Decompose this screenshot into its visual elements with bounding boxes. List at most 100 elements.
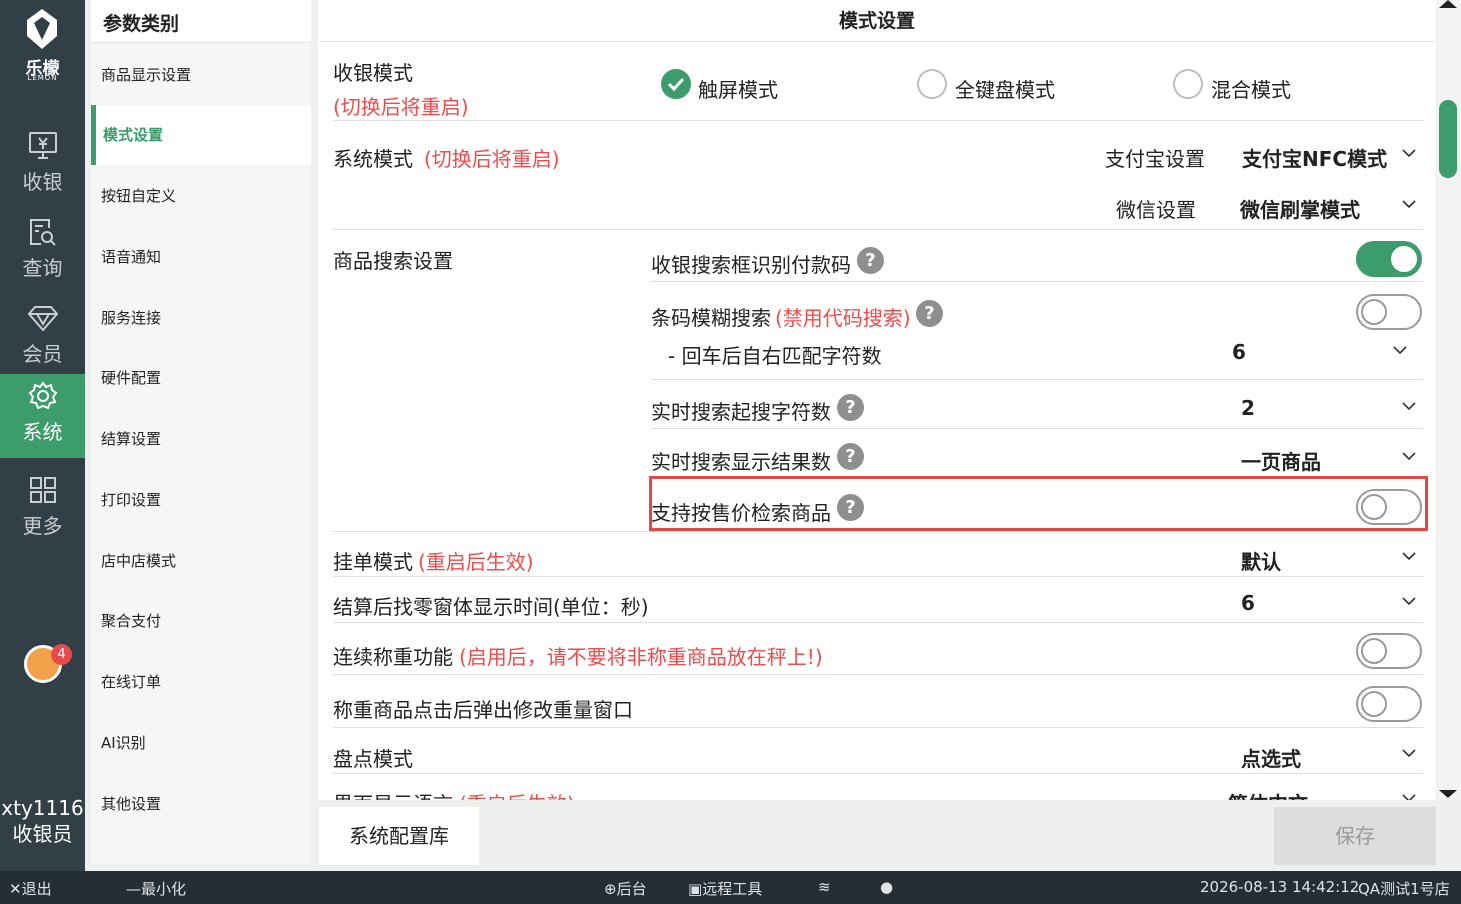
product-search-label: 商品搜索设置 (333, 249, 453, 273)
radio-touch-mode[interactable] (661, 69, 691, 99)
barcode-fuzzy-label: 条码模糊搜索 (651, 306, 771, 330)
option-keyboard-mode[interactable]: 全键盘模式 (955, 74, 1055, 103)
rail-item-cashier[interactable]: 收银 (0, 124, 85, 208)
continuous-weigh-note: (启用后，请不要将非称重商品放在秤上!) (459, 645, 823, 669)
category-item[interactable]: 服务连接 (91, 288, 311, 348)
category-item[interactable]: 在线订单 (91, 652, 311, 712)
chevron-down-icon[interactable] (1402, 791, 1416, 800)
user-id: xty1116 (1, 796, 84, 820)
enter-match-value[interactable]: 6 (1232, 340, 1246, 364)
chevron-down-icon[interactable] (1402, 594, 1416, 608)
chevron-down-icon[interactable] (1402, 146, 1416, 160)
hold-order-label: 挂单模式 (333, 550, 413, 574)
panel-title: 模式设置 (318, 0, 1436, 42)
rail-item-member[interactable]: 会员 (0, 296, 85, 380)
rail-label: 查询 (22, 256, 63, 280)
radio-mixed-mode[interactable] (1173, 69, 1203, 99)
realtime-min-value[interactable]: 2 (1241, 396, 1255, 420)
scrollbar[interactable] (1437, 0, 1461, 800)
ui-language-value[interactable]: 简体中文 (1228, 788, 1308, 800)
help-icon[interactable]: ? (916, 300, 943, 327)
change-window-value[interactable]: 6 (1241, 591, 1255, 615)
category-item[interactable]: AI识别 (91, 713, 311, 773)
realtime-results-label: 实时搜索显示结果数 (651, 450, 831, 474)
exit-button[interactable]: ✕退出 (9, 878, 52, 899)
help-icon[interactable]: ? (837, 494, 864, 521)
wechat-setting-value[interactable]: 微信刷掌模式 (1240, 194, 1360, 223)
wifi-icon: ≋ (818, 878, 831, 896)
chevron-down-icon[interactable] (1402, 399, 1416, 413)
category-header: 参数类别 (91, 0, 311, 43)
option-touch-mode[interactable]: 触屏模式 (698, 74, 778, 103)
backend-button[interactable]: ⊕后台 (604, 878, 647, 899)
category-item[interactable]: 语音通知 (91, 227, 311, 287)
rail-label: 会员 (22, 342, 63, 366)
ui-language-label: 界面显示语言 (333, 788, 453, 800)
enter-match-label: - 回车后自右匹配字符数 (668, 344, 882, 368)
rail-label: 更多 (22, 514, 63, 538)
category-item[interactable]: 按钮自定义 (91, 166, 311, 226)
rail-item-more[interactable]: 更多 (0, 468, 85, 552)
toggle-barcode-fuzzy[interactable] (1356, 294, 1422, 330)
close-icon: ✕ (9, 880, 22, 898)
rail-item-system[interactable]: 系统 (0, 374, 85, 458)
config-library-button[interactable]: 系统配置库 (319, 807, 479, 865)
rail-label: 系统 (22, 420, 63, 444)
category-item[interactable]: 其他设置 (91, 774, 311, 834)
brand-sub: LEMON (27, 74, 58, 82)
check-icon (667, 77, 685, 92)
category-item[interactable]: 硬件配置 (91, 348, 311, 408)
cashier-mode-note: (切换后将重启) (333, 95, 469, 119)
user-role: 收银员 (12, 822, 73, 846)
ui-language-note: (重启后生效) (459, 788, 575, 800)
save-button[interactable]: 保存 (1274, 807, 1436, 865)
hold-order-value[interactable]: 默认 (1241, 546, 1281, 575)
search-doc-icon (30, 219, 56, 246)
category-list: 参数类别 商品显示设置 模式设置 按钮自定义 语音通知 服务连接 硬件配置 结算… (91, 0, 311, 864)
brand-logo: 乐檬 LEMON (0, 0, 85, 96)
alipay-setting-value[interactable]: 支付宝NFC模式 (1242, 143, 1387, 172)
help-icon[interactable]: ? (857, 247, 884, 274)
rail-item-query[interactable]: 查询 (0, 210, 85, 294)
remote-tool-button[interactable]: ▣远程工具 (688, 878, 762, 899)
category-item[interactable]: 结算设置 (91, 409, 311, 469)
notification-badge: 4 (51, 644, 72, 665)
chevron-down-icon[interactable] (1402, 449, 1416, 463)
toggle-recognize-pay-code[interactable] (1356, 241, 1422, 277)
status-bar: ✕退出 —最小化 ⊕后台 ▣远程工具 ≋ ● 2026-08-13 14:42:… (0, 871, 1461, 904)
continuous-weigh-label: 连续称重功能 (333, 645, 453, 669)
store-name: QA测试1号店 (1358, 880, 1450, 898)
toggle-continuous-weigh[interactable] (1356, 633, 1422, 669)
alipay-setting-label: 支付宝设置 (1105, 147, 1205, 171)
minimize-button[interactable]: —最小化 (126, 878, 186, 899)
category-item[interactable]: 聚合支付 (91, 591, 311, 651)
help-icon[interactable]: ? (837, 394, 864, 421)
option-mixed-mode[interactable]: 混合模式 (1211, 74, 1291, 103)
toggle-search-by-price[interactable] (1356, 489, 1422, 525)
toggle-weigh-popup[interactable] (1356, 686, 1422, 722)
help-icon[interactable]: ? (837, 443, 864, 470)
radio-keyboard-mode[interactable] (917, 69, 947, 99)
realtime-results-value[interactable]: 一页商品 (1241, 446, 1321, 475)
cash-register-icon (29, 132, 57, 159)
scroll-thumb[interactable] (1439, 100, 1457, 178)
diamond-icon (27, 306, 59, 332)
globe-icon: ⊕ (604, 880, 617, 898)
chevron-down-icon[interactable] (1402, 746, 1416, 760)
chevron-down-icon[interactable] (1402, 197, 1416, 211)
category-item[interactable]: 打印设置 (91, 470, 311, 530)
inventory-mode-value[interactable]: 点选式 (1241, 743, 1301, 772)
scroll-up-icon[interactable] (1439, 0, 1457, 8)
gear-icon (28, 381, 58, 410)
chevron-down-icon[interactable] (1393, 343, 1407, 357)
rail-label: 收银 (22, 170, 63, 194)
weigh-popup-label: 称重商品点击后弹出修改重量窗口 (333, 698, 633, 722)
monitor-icon: ▣ (688, 880, 703, 898)
scroll-down-icon[interactable] (1439, 790, 1457, 798)
status-dot-icon: ● (880, 878, 894, 896)
category-item[interactable]: 店中店模式 (91, 531, 311, 591)
chevron-down-icon[interactable] (1402, 549, 1416, 563)
notification-bell-icon[interactable]: 4 (24, 644, 72, 683)
category-item-active[interactable]: 模式设置 (91, 105, 311, 165)
category-item[interactable]: 商品显示设置 (91, 45, 311, 105)
